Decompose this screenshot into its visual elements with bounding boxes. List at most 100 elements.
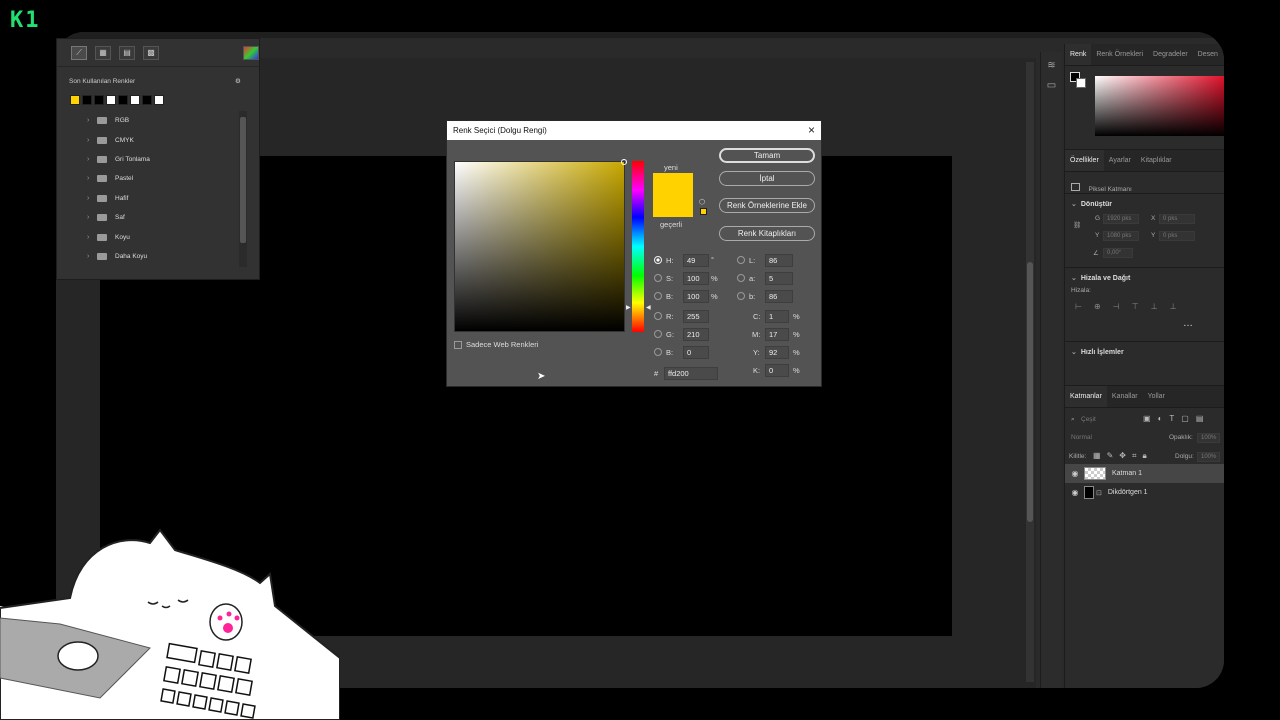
align-middle-icon[interactable]: ⊥ [1151,302,1158,311]
current-color-swatch[interactable] [653,195,693,217]
filter-type-icon[interactable]: T [1169,414,1174,423]
angle-field[interactable]: 0,00° [1103,248,1133,258]
folder-scrollbar[interactable] [239,111,247,267]
tab-kanallar[interactable]: Kanallar [1107,386,1143,407]
color-swatch-icon[interactable] [243,45,259,60]
opacity-field[interactable]: 100% [1197,433,1221,443]
tab-renk-ornekleri[interactable]: Renk Örnekleri [1091,44,1148,65]
canvas-scrollbar[interactable] [1026,62,1034,682]
b-radio[interactable] [654,348,662,356]
swatch-folder[interactable]: › Gri Tonlama [69,150,249,169]
filter-pixel-icon[interactable]: ▣ [1143,414,1151,423]
hue-slider[interactable] [632,161,644,332]
a-radio[interactable] [737,274,745,282]
chevron-right-icon[interactable]: › [87,117,97,124]
eye-icon[interactable]: ◉ [1070,469,1080,478]
align-right-icon[interactable]: ⊣ [1113,302,1120,311]
m-field[interactable]: 17 [765,328,789,341]
chevron-right-icon[interactable]: › [87,156,97,163]
hue-arrow-right-icon[interactable]: ◀ [646,304,651,311]
filter-shape-icon[interactable]: ▢ [1181,414,1189,423]
brightness-radio[interactable] [654,292,662,300]
gear-icon[interactable]: ⚙ [235,77,241,85]
history-icon[interactable]: ≋ [1045,60,1059,72]
grid-view-icon[interactable]: ▦ [95,45,111,60]
color-libraries-button[interactable]: Renk Kitaplıkları [719,226,815,241]
chevron-down-icon[interactable]: ⌄ [1071,275,1077,282]
g-field[interactable]: 210 [683,328,709,341]
filter-adjust-icon[interactable]: ◐ [1158,414,1163,423]
kind-filter[interactable]: Çeşit [1081,416,1096,423]
lab-b-field[interactable]: 86 [765,290,793,303]
chevron-right-icon[interactable]: › [87,175,97,182]
tab-degradeler[interactable]: Degradeler [1148,44,1193,65]
ok-button[interactable]: Tamam [719,148,815,163]
lock-move-icon[interactable]: ✥ [1119,451,1126,461]
link-icon[interactable]: ⛓ [1073,221,1081,229]
tab-yollar[interactable]: Yollar [1143,386,1170,407]
more-options-icon[interactable]: … [1183,318,1193,329]
swatch-folder[interactable]: › Pastel [69,169,249,188]
brightness-field[interactable]: 100 [683,290,709,303]
comment-icon[interactable]: ▭ [1045,80,1059,92]
recent-color-swatch[interactable] [82,95,92,105]
align-center-icon[interactable]: ⊕ [1094,302,1101,311]
large-grid-icon[interactable]: ▩ [143,45,159,60]
filter-smart-icon[interactable]: ▤ [1196,414,1204,423]
swatch-folder[interactable]: › RGB [69,111,249,130]
list-view-icon[interactable]: ▤ [119,45,135,60]
recent-color-swatch[interactable] [118,95,128,105]
hex-field[interactable]: ffd200 [664,367,718,380]
c-field[interactable]: 1 [765,310,789,323]
chevron-right-icon[interactable]: › [87,214,97,221]
swatch-folder[interactable]: › Daha Koyu [69,247,249,266]
recent-color-swatch[interactable] [142,95,152,105]
swatch-folder[interactable]: › Hafif [69,189,249,208]
r-field[interactable]: 255 [683,310,709,323]
tab-katmanlar[interactable]: Katmanlar [1065,386,1107,407]
height-field[interactable]: 1080 pks [1103,231,1139,241]
swatch-folder[interactable]: › CMYK [69,130,249,149]
folder-scroll-thumb[interactable] [240,117,246,243]
lab-b-radio[interactable] [737,292,745,300]
chevron-right-icon[interactable]: › [87,253,97,260]
lock-brush-icon[interactable]: ✎ [1107,451,1114,461]
fill-field[interactable]: 100% [1197,452,1221,462]
b-field[interactable]: 0 [683,346,709,359]
cancel-button[interactable]: İptal [719,171,815,186]
chevron-down-icon[interactable]: ⌄ [1071,349,1077,356]
h-field[interactable]: 49 [683,254,709,267]
scroll-thumb[interactable] [1027,262,1033,522]
recent-color-swatch[interactable] [106,95,116,105]
add-to-swatches-button[interactable]: Renk Örneklerine Ekle [719,198,815,213]
saturation-brightness-field[interactable] [454,159,627,332]
y-field[interactable]: 0 pks [1159,231,1195,241]
x-field[interactable]: 0 pks [1159,214,1195,224]
blend-mode-select[interactable]: Normal [1071,434,1092,441]
background-color[interactable] [1076,78,1086,88]
s-radio[interactable] [654,274,662,282]
tab-desen[interactable]: Desen [1193,44,1223,65]
hue-arrow-left-icon[interactable]: ▶ [626,304,631,311]
tab-ayarlar[interactable]: Ayarlar [1104,150,1136,171]
layer-row[interactable]: ◉ ⊡ Dikdörtgen 1 [1065,483,1224,502]
swatch-folder[interactable]: › Koyu [69,227,249,246]
g-radio[interactable] [654,330,662,338]
web-only-checkbox[interactable] [454,341,462,349]
recent-color-swatch[interactable] [94,95,104,105]
lock-artboard-icon[interactable]: ⌗ [1132,451,1137,461]
r-radio[interactable] [654,312,662,320]
chevron-right-icon[interactable]: › [87,195,97,202]
tab-renk[interactable]: Renk [1065,44,1092,65]
none-swatch-icon[interactable]: ⟋ [71,45,87,60]
chevron-right-icon[interactable]: › [87,137,97,144]
gamut-warning-icon[interactable]: ⬡ [699,198,705,206]
align-bottom-icon[interactable]: ⊥ [1170,302,1177,311]
layer-row[interactable]: ◉ Katman 1 [1065,464,1224,483]
l-radio[interactable] [737,256,745,264]
s-field[interactable]: 100 [683,272,709,285]
y-field[interactable]: 92 [765,346,789,359]
recent-color-swatch[interactable] [70,95,80,105]
recent-color-swatch[interactable] [154,95,164,105]
picker-cursor[interactable] [621,159,627,165]
